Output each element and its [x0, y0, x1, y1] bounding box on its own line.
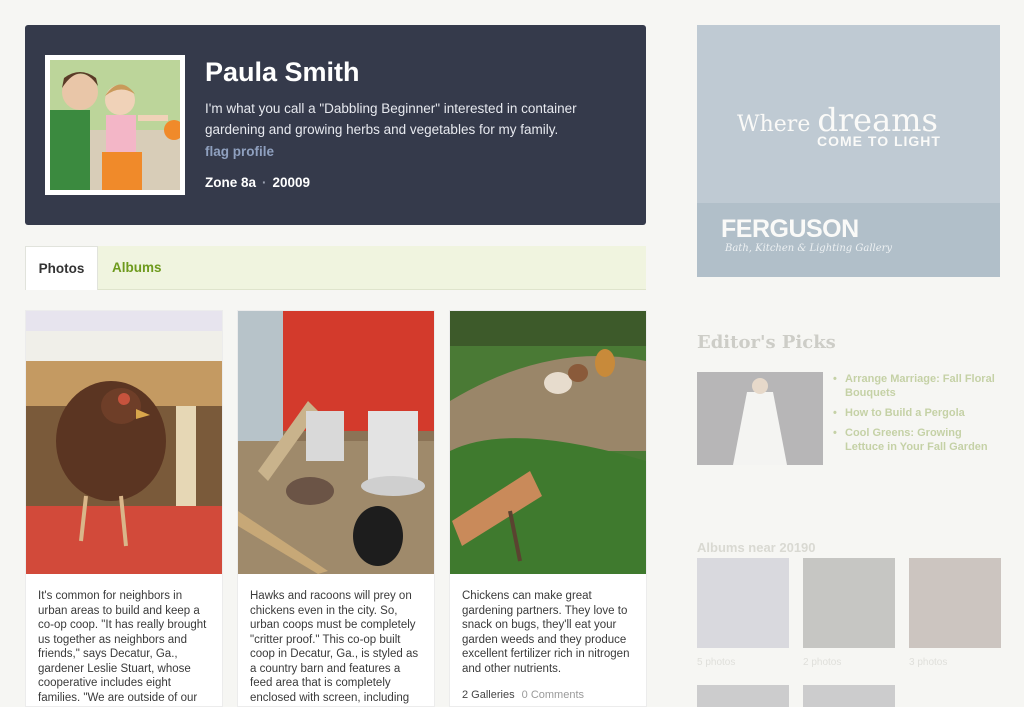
- album-count: 2 photos: [803, 657, 842, 668]
- zip-label[interactable]: 20009: [273, 175, 311, 190]
- editors-picks-title: Editor's Picks: [697, 332, 836, 353]
- album-thumbnail[interactable]: [697, 558, 789, 648]
- album-count: 3 photos: [909, 657, 948, 668]
- tab-albums[interactable]: Albums: [112, 246, 162, 289]
- meta-separator: ·: [262, 175, 267, 190]
- photo-card[interactable]: Hawks and racoons will prey on chickens …: [237, 310, 435, 707]
- editors-pick-link[interactable]: Arrange Marriage: Fall Floral Bouquets: [833, 372, 1003, 400]
- profile-header: Paula Smith I'm what you call a "Dabblin…: [25, 25, 646, 225]
- editors-pick-link[interactable]: Cool Greens: Growing Lettuce in Your Fal…: [833, 426, 1003, 454]
- ad-tagline: COME TO LIGHT: [817, 133, 941, 149]
- profile-avatar[interactable]: [45, 55, 185, 195]
- galleries-link[interactable]: 2 Galleries: [462, 689, 515, 701]
- comments-link[interactable]: 0 Comments: [522, 689, 584, 701]
- zone-label: Zone 8a: [205, 175, 257, 190]
- photo-chickens-in-garden[interactable]: [450, 311, 646, 574]
- photo-caption: Hawks and racoons will prey on chickens …: [250, 590, 419, 704]
- profile-meta: Zone 8a · 20009: [205, 175, 310, 190]
- album-thumbnail[interactable]: [803, 685, 895, 707]
- ad-where: Where: [737, 112, 811, 137]
- album-thumbnail[interactable]: [697, 685, 789, 707]
- photo-card[interactable]: It's common for neighbors in urban areas…: [25, 310, 223, 707]
- photo-caption: It's common for neighbors in urban areas…: [38, 590, 207, 704]
- album-thumbnail[interactable]: [909, 558, 1001, 648]
- ferguson-logo: FERGUSON: [721, 215, 859, 243]
- editors-picks-list: Arrange Marriage: Fall Floral Bouquets H…: [833, 372, 1003, 460]
- profile-bio: I'm what you call a "Dabbling Beginner" …: [205, 101, 577, 137]
- photo-coop-feeders[interactable]: [238, 311, 434, 574]
- albums-near-title: Albums near 20190: [697, 540, 816, 555]
- tab-photos[interactable]: Photos: [25, 246, 98, 290]
- ferguson-ad[interactable]: Where dreams COME TO LIGHT FERGUSON Bath…: [697, 25, 1000, 277]
- profile-name: Paula Smith: [205, 57, 360, 87]
- photo-card[interactable]: Chickens can make great gardening partne…: [449, 310, 647, 707]
- ad-subtitle: Bath, Kitchen & Lighting Gallery: [725, 243, 893, 254]
- flag-profile-link[interactable]: flag profile: [205, 144, 274, 159]
- editors-pick-link[interactable]: How to Build a Pergola: [833, 406, 1003, 420]
- avatar-image: [50, 60, 180, 190]
- album-thumbnail[interactable]: [803, 558, 895, 648]
- profile-tabs: Photos Albums: [25, 246, 646, 290]
- photo-hen-in-coop[interactable]: [26, 311, 222, 574]
- photo-caption: Chickens can make great gardening partne…: [462, 590, 630, 675]
- editors-picks-thumbnail[interactable]: [697, 372, 823, 465]
- photo-meta-links: 2 Galleries 0 Comments: [462, 689, 584, 701]
- album-count: 5 photos: [697, 657, 736, 668]
